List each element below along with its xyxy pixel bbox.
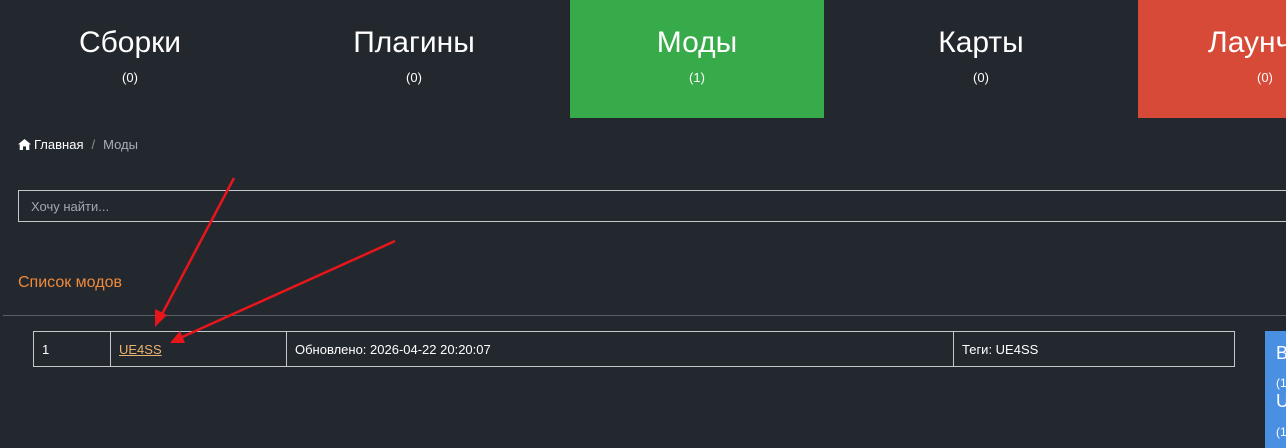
tab-builds-count: (0) (122, 70, 138, 85)
tab-maps[interactable]: Карты (0) (854, 0, 1108, 118)
side-card-line-4: (1 (1276, 425, 1286, 439)
tab-mods-title: Моды (656, 26, 738, 59)
breadcrumb-separator: / (91, 137, 96, 152)
row-tags: Теги: UE4SS (953, 331, 1235, 367)
tab-launchers-title: Лаунчеры (1208, 26, 1286, 59)
tab-plugins-title: Плагины (353, 26, 475, 59)
category-tabs: Сборки (0) Плагины (0) Моды (1) Карты (0… (0, 0, 1286, 118)
tab-launchers[interactable]: Лаунчеры (0) (1138, 0, 1286, 118)
side-card-line-2: (1 (1276, 376, 1286, 390)
mod-link-ue4ss[interactable]: UE4SS (119, 342, 162, 357)
breadcrumb-home-link[interactable]: Главная (18, 137, 83, 152)
row-number: 1 (33, 331, 111, 367)
side-card-line-3: U (1276, 391, 1286, 411)
tab-plugins[interactable]: Плагины (0) (287, 0, 541, 118)
divider (3, 315, 1286, 316)
row-name-cell: UE4SS (110, 331, 287, 367)
mods-table: 1 UE4SS Обновлено: 2026-04-22 20:20:07 Т… (33, 331, 1235, 367)
tab-builds[interactable]: Сборки (0) (3, 0, 257, 118)
tab-mods-count: (1) (689, 70, 705, 85)
tab-launchers-count: (0) (1257, 70, 1273, 85)
section-title: Список модов (18, 274, 122, 291)
table-row: 1 UE4SS Обновлено: 2026-04-22 20:20:07 Т… (33, 331, 1235, 367)
row-updated: Обновлено: 2026-04-22 20:20:07 (286, 331, 954, 367)
breadcrumb: Главная / Моды (18, 137, 138, 153)
home-icon (18, 137, 34, 152)
side-card[interactable]: В (1 U (1 (1265, 331, 1286, 448)
breadcrumb-current: Моды (103, 137, 138, 152)
tab-plugins-count: (0) (406, 70, 422, 85)
tab-maps-title: Карты (938, 26, 1024, 59)
tab-maps-count: (0) (973, 70, 989, 85)
tab-builds-title: Сборки (78, 26, 182, 59)
breadcrumb-home-label: Главная (34, 137, 84, 152)
side-card-line-1: В (1276, 343, 1286, 363)
arrow-annotation-2 (170, 239, 396, 343)
tab-mods[interactable]: Моды (1) (570, 0, 824, 118)
search-input[interactable] (18, 190, 1286, 222)
